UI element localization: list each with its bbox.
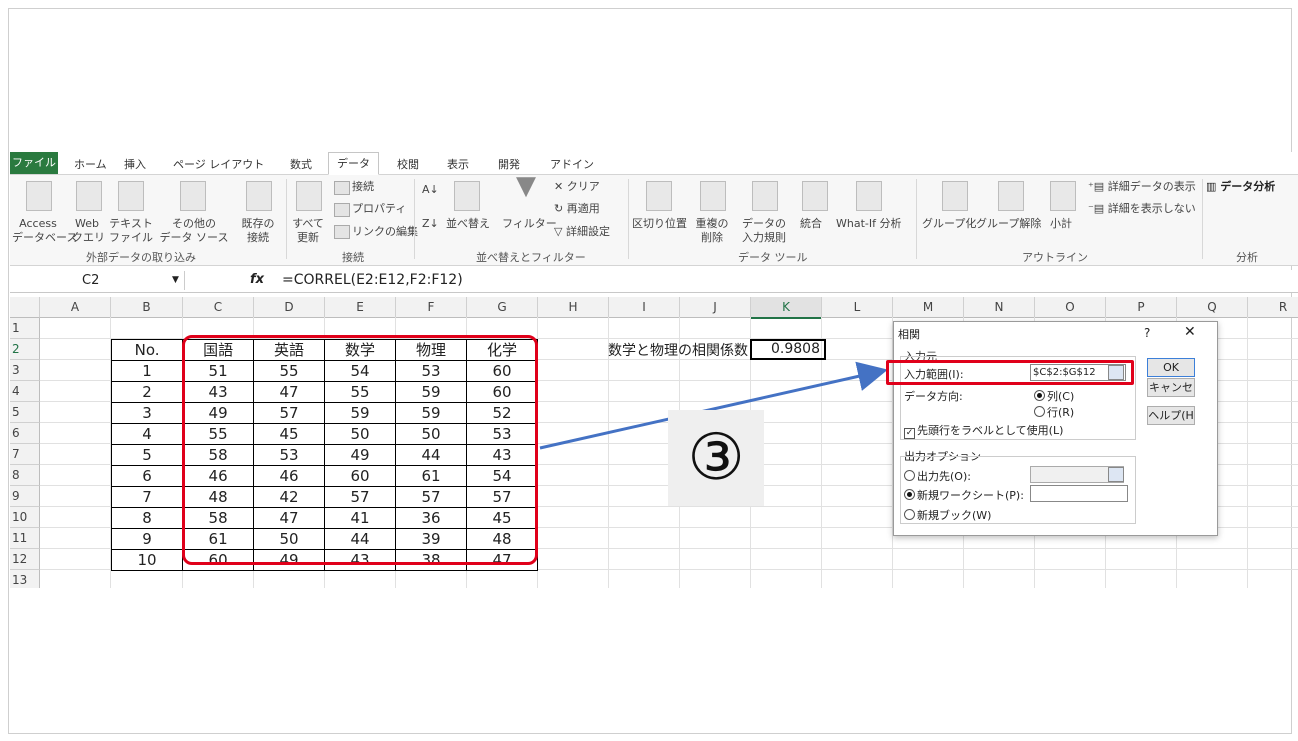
radio-rows[interactable]: 行(R) [1034, 404, 1074, 420]
radio-columns[interactable]: 列(C) [1034, 388, 1074, 404]
correlation-dialog: 相関 ? ✕ 入力元 入力範囲(I): $C$2:$G$12 データ方向: 列(… [886, 321, 1218, 536]
radio-dot[interactable] [904, 509, 915, 520]
help-button[interactable]: ヘルプ(H [1147, 406, 1195, 425]
close-icon[interactable]: ✕ [1184, 324, 1196, 340]
radio-dot[interactable] [904, 470, 915, 481]
dialog-title: 相関 [898, 328, 920, 341]
new-sheet-name-field[interactable] [1030, 485, 1128, 502]
radio-dot[interactable] [904, 489, 915, 500]
radio-dot[interactable] [1034, 390, 1045, 401]
radio-new-book[interactable]: 新規ブック(W) [904, 507, 991, 523]
direction-label: データ方向: [904, 390, 963, 403]
step-number: ③ [687, 421, 745, 495]
radio-dot[interactable] [1034, 406, 1045, 417]
ok-button[interactable]: OK [1147, 358, 1195, 377]
labels-first-row-checkbox[interactable]: ✓ 先頭行をラベルとして使用(L) [904, 422, 1063, 439]
cancel-button[interactable]: キャンセ [1147, 378, 1195, 397]
help-icon[interactable]: ? [1144, 326, 1150, 340]
range-picker-icon[interactable] [1108, 467, 1124, 482]
radio-new-sheet[interactable]: 新規ワークシート(P): [904, 487, 1024, 503]
checkmark-icon[interactable]: ✓ [904, 428, 915, 439]
radio-output-to[interactable]: 出力先(O): [904, 468, 971, 484]
input-range-highlight [886, 360, 1134, 385]
